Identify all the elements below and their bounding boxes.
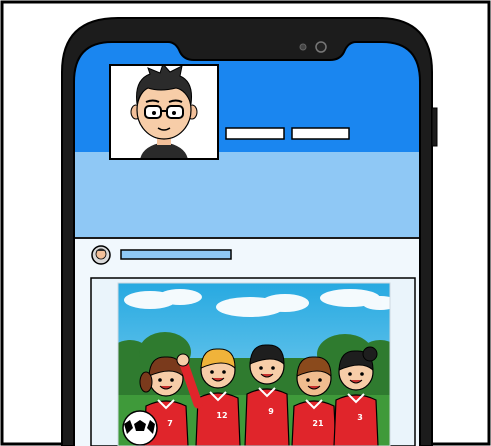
jersey-number: 12	[216, 411, 227, 420]
soccer-ball-icon	[122, 410, 158, 446]
post-author-avatar[interactable]	[91, 245, 111, 265]
jersey-number: 21	[312, 419, 324, 428]
raised-fist-icon	[176, 353, 190, 367]
jersey-number: 9	[268, 407, 274, 416]
profile-action-button-2[interactable]	[291, 127, 350, 140]
player-jersey	[244, 388, 290, 446]
jersey-number: 3	[357, 413, 363, 422]
jersey-number: 7	[167, 419, 173, 428]
post-author-name-placeholder[interactable]	[120, 249, 232, 260]
post-photo[interactable]: 7 12 9 21 3	[108, 283, 402, 446]
profile-action-button-1[interactable]	[225, 127, 285, 140]
profile-info-panel	[74, 152, 420, 238]
profile-avatar[interactable]	[109, 64, 219, 160]
comic-panel: 7 12 9 21 3	[0, 0, 491, 446]
player: 9	[244, 344, 290, 446]
phone-side-button	[431, 107, 438, 147]
